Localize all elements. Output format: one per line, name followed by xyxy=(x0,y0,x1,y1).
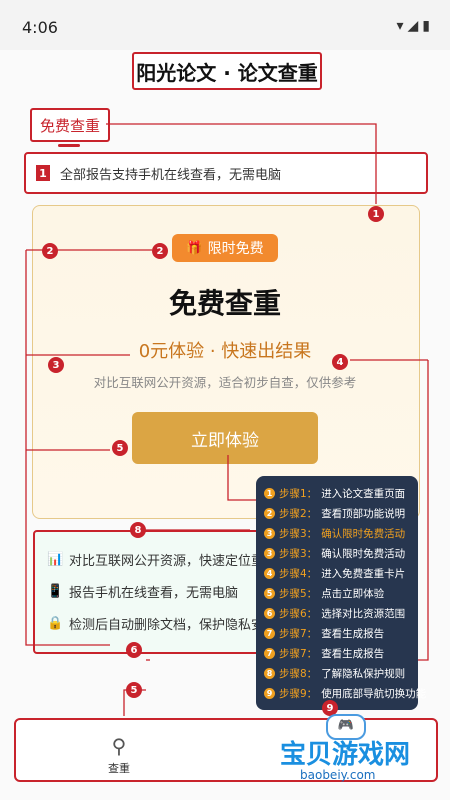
marker-8: 8 xyxy=(130,522,146,538)
marker-3: 3 xyxy=(48,357,64,373)
watermark-text: 宝贝游戏网 xyxy=(280,740,411,770)
watermark-url: baobeiy.com xyxy=(300,768,376,782)
step-item: 1 步骤1： 进入论文查重页面 xyxy=(264,486,405,501)
marker-2b: 2 xyxy=(152,243,168,259)
step-item: 7 步骤7： 查看生成报告 xyxy=(264,626,384,641)
marker-4: 4 xyxy=(332,354,348,370)
step-item: 7 步骤7： 查看生成报告 xyxy=(264,646,384,661)
step-item: 2 步骤2： 查看顶部功能说明 xyxy=(264,506,405,521)
marker-1: 1 xyxy=(368,206,384,222)
step-item: 9 步骤9： 使用底部导航切换功能 xyxy=(264,686,426,701)
step-item: 6 步骤6： 选择对比资源范围 xyxy=(264,606,405,621)
marker-5b: 5 xyxy=(126,682,142,698)
search-icon: ⚲ xyxy=(111,734,127,758)
step-item: 3 步骤3： 确认限时免费活动 xyxy=(264,526,405,541)
steps-panel: 1 步骤1： 进入论文查重页面 2 步骤2： 查看顶部功能说明 3 步骤3： 确认限时免费活… xyxy=(256,476,426,710)
step-item: 4 步骤4： 进入免费查重卡片 xyxy=(264,566,405,581)
nav-item-check[interactable]: ⚲ 查重 xyxy=(96,734,142,776)
marker-2: 2 xyxy=(42,243,58,259)
step-item: 3 步骤3： 确认限时免费活动 xyxy=(264,546,405,561)
watermark: 🎮 宝贝游戏网 baobeiy.com xyxy=(268,714,428,794)
marker-6: 6 xyxy=(126,642,142,658)
nav-label: 查重 xyxy=(108,762,130,775)
step-item: 8 步骤8： 了解隐私保护规则 xyxy=(264,666,405,681)
marker-5: 5 xyxy=(112,440,128,456)
step-item: 5 步骤5： 点击立即体验 xyxy=(264,586,384,601)
